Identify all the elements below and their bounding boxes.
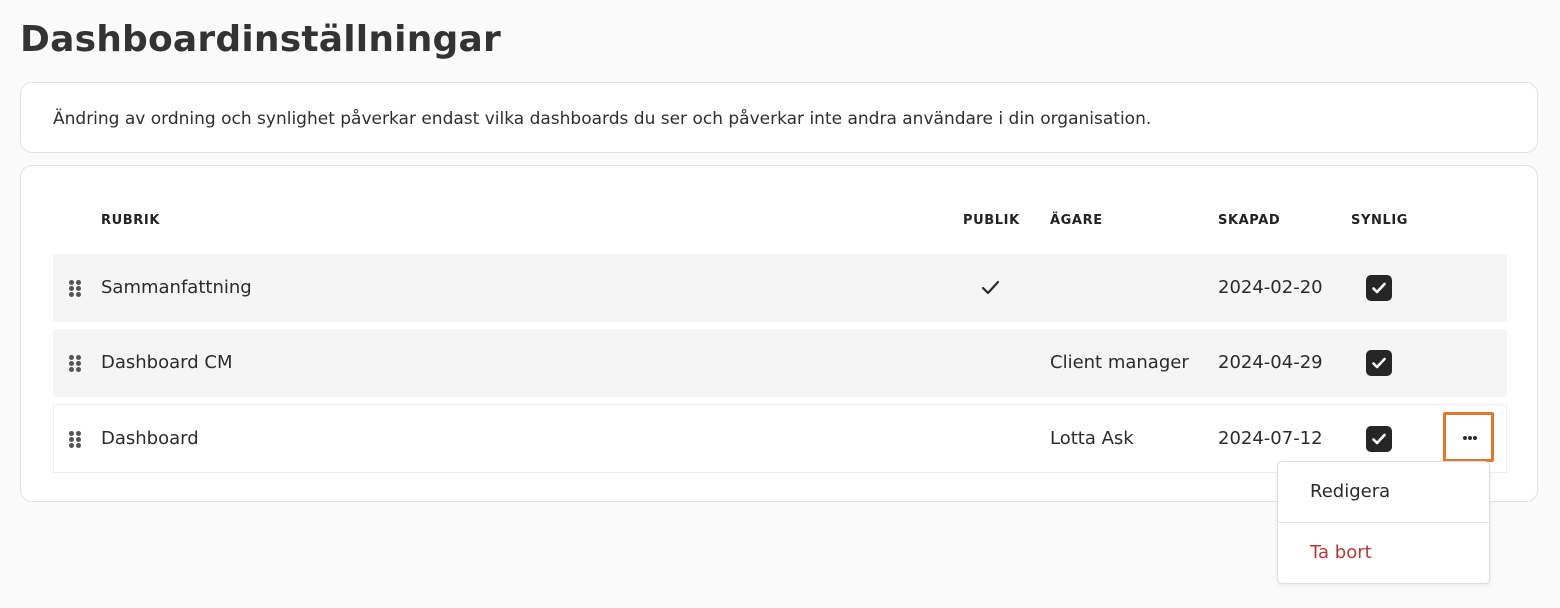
menu-item-edit[interactable]: Redigera <box>1278 462 1489 522</box>
row-title: Sammanfattning <box>101 277 252 298</box>
checkbox-checked-icon <box>1372 433 1386 445</box>
info-text: Ändring av ordning och synlighet påverka… <box>53 109 1152 129</box>
check-icon <box>981 280 1000 295</box>
row-actions-menu: Redigera Ta bort <box>1277 461 1490 584</box>
row-owner: Client manager <box>1050 352 1189 373</box>
column-header-visible[interactable]: SYNLIG <box>1351 212 1408 230</box>
info-card: Ändring av ordning och synlighet påverka… <box>20 82 1538 153</box>
row-title: Dashboard <box>101 428 199 449</box>
column-header-title[interactable]: RUBRIK <box>101 212 160 230</box>
drag-handle-icon[interactable] <box>69 431 81 449</box>
row-owner: Lotta Ask <box>1050 428 1134 449</box>
row-created: 2024-04-29 <box>1218 352 1323 373</box>
column-header-owner[interactable]: ÄGARE <box>1050 212 1103 230</box>
column-header-created[interactable]: SKAPAD <box>1218 212 1280 230</box>
visible-checkbox[interactable] <box>1366 426 1392 452</box>
more-actions-button[interactable] <box>1443 412 1494 462</box>
visible-checkbox[interactable] <box>1366 350 1392 376</box>
menu-item-delete[interactable]: Ta bort <box>1278 523 1489 583</box>
page-title: Dashboardinställningar <box>20 19 501 60</box>
row-title: Dashboard CM <box>101 352 233 373</box>
column-header-public[interactable]: PUBLIK <box>963 212 1020 230</box>
row-created: 2024-07-12 <box>1218 428 1323 449</box>
drag-handle-icon[interactable] <box>69 280 81 298</box>
checkbox-checked-icon <box>1372 357 1386 369</box>
visible-checkbox[interactable] <box>1366 275 1392 301</box>
drag-handle-icon[interactable] <box>69 355 81 373</box>
checkbox-checked-icon <box>1372 282 1386 294</box>
row-created: 2024-02-20 <box>1218 277 1323 298</box>
